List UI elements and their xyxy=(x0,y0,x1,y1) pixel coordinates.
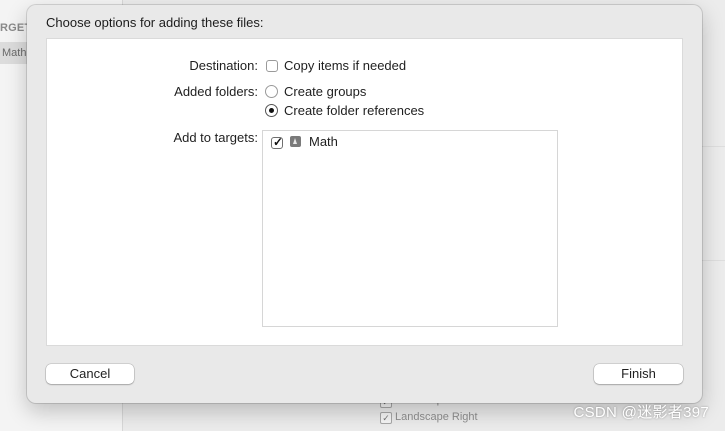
math-target-label: Math xyxy=(309,134,338,149)
copy-items-checkbox[interactable] xyxy=(266,60,278,72)
app-target-icon xyxy=(290,136,301,147)
targets-list[interactable]: ✓ Math xyxy=(262,130,558,327)
checkmark-icon: ✓ xyxy=(272,135,284,149)
landscape-right-label: Landscape Right xyxy=(395,411,478,423)
add-files-dialog: Choose options for adding these files: D… xyxy=(27,5,702,403)
copy-items-label[interactable]: Copy items if needed xyxy=(284,58,406,73)
create-folder-references-radio[interactable] xyxy=(265,104,278,117)
math-target-checkbox[interactable]: ✓ xyxy=(271,135,284,149)
add-to-targets-label: Add to targets: xyxy=(173,130,258,145)
landscape-right-checkbox[interactable]: ✓ xyxy=(380,412,392,424)
options-panel: Destination: Copy items if needed Added … xyxy=(46,38,683,346)
destination-label: Destination: xyxy=(189,58,258,73)
added-folders-label: Added folders: xyxy=(174,84,258,99)
create-groups-radio[interactable] xyxy=(265,85,278,98)
cancel-button[interactable]: Cancel xyxy=(46,364,134,384)
create-groups-label[interactable]: Create groups xyxy=(284,84,366,99)
dialog-title: Choose options for adding these files: xyxy=(46,15,264,30)
watermark: CSDN @迷影者397 xyxy=(573,404,709,421)
radio-selected-dot xyxy=(269,108,274,113)
create-folder-references-label[interactable]: Create folder references xyxy=(284,103,424,118)
finish-button[interactable]: Finish xyxy=(594,364,683,384)
